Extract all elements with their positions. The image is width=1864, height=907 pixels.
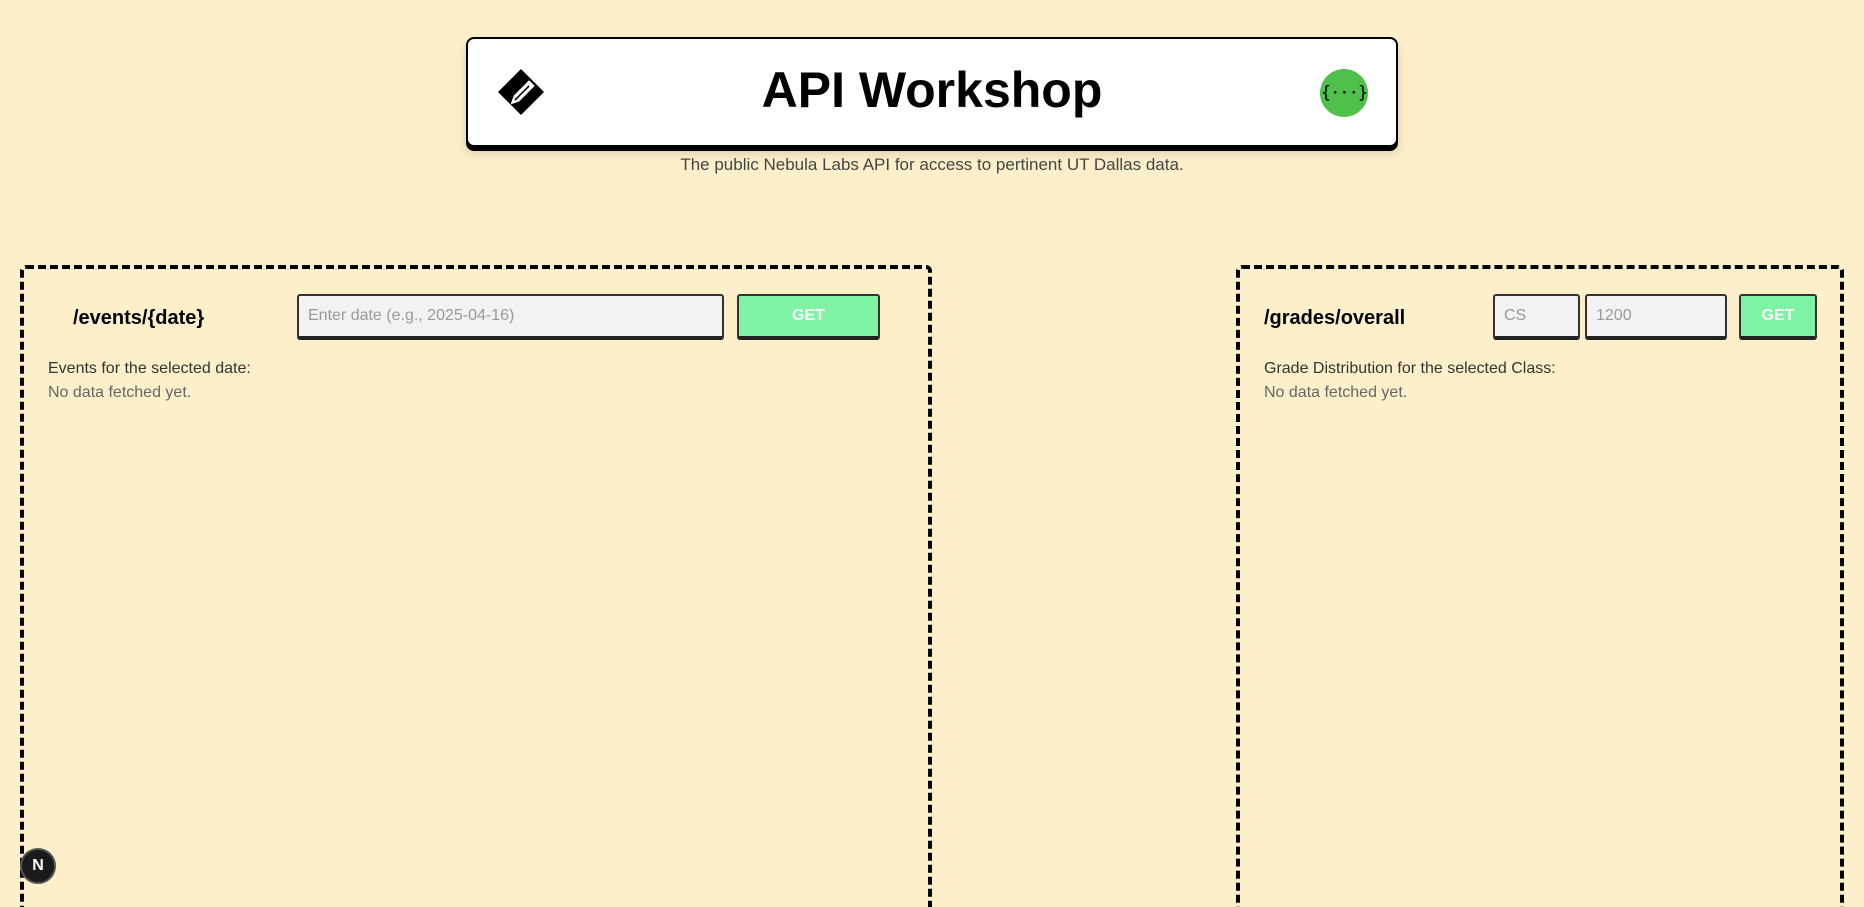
events-get-button[interactable]: GET [737,294,880,340]
grades-get-button[interactable]: GET [1739,294,1817,340]
page-title: API Workshop [761,62,1103,118]
header-card: API Workshop {···} [466,37,1398,147]
events-endpoint-label: /events/{date} [73,307,205,329]
grades-status: No data fetched yet. [1264,384,1408,401]
events-status: No data fetched yet. [48,384,192,401]
api-braces-icon[interactable]: {···} [1320,69,1368,117]
page-subtitle: The public Nebula Labs API for access to… [680,155,1184,174]
date-input[interactable] [297,294,724,340]
grades-endpoint-label: /grades/overall [1264,307,1406,329]
grades-panel: /grades/overall GET Grade Distribution f… [1236,265,1844,907]
events-description: Events for the selected date: [48,360,251,377]
course-number-input[interactable] [1585,294,1727,340]
subject-input[interactable] [1493,294,1580,340]
grades-description: Grade Distribution for the selected Clas… [1264,360,1556,377]
events-panel: /events/{date} GET Events for the select… [20,265,932,907]
n-badge-button[interactable]: N [20,848,56,884]
page: API Workshop {···} The public Nebula Lab… [0,0,1864,907]
